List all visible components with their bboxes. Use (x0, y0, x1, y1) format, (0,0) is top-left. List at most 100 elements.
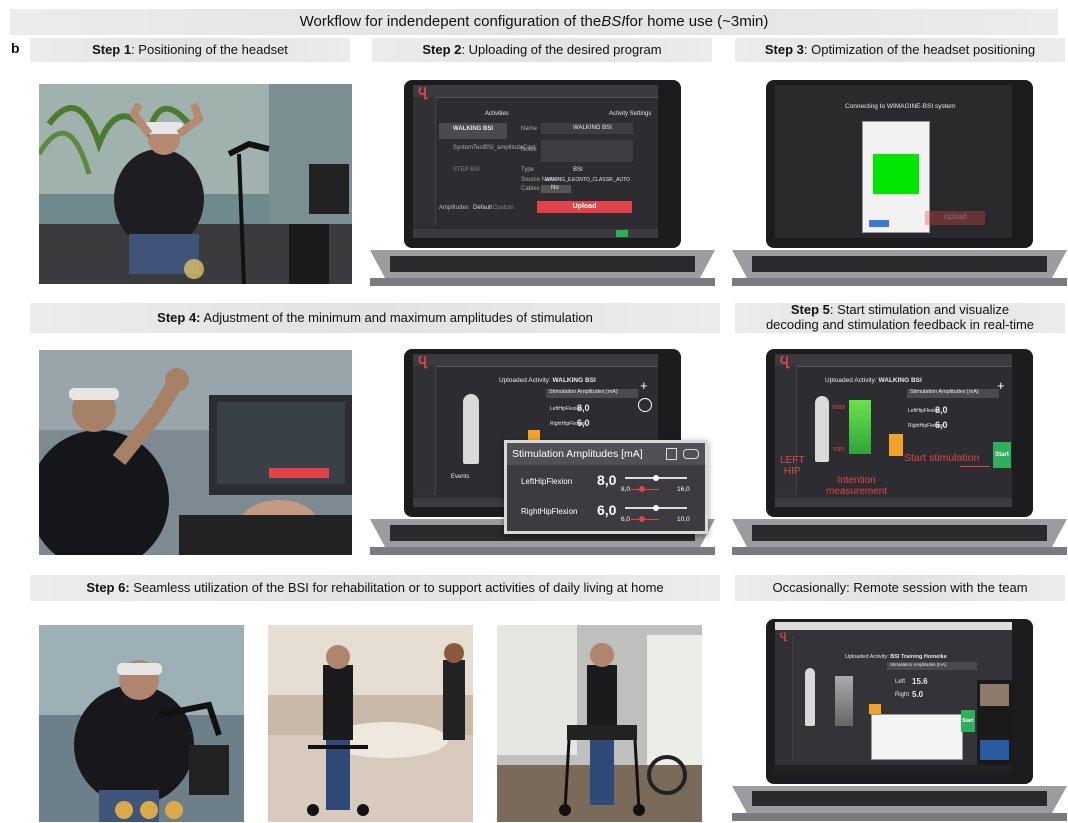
popup-left-label: LeftHipFlexion (521, 477, 573, 486)
activity-item-walking[interactable]: WALKING BSI (453, 126, 493, 132)
toggle-icon[interactable] (683, 449, 699, 459)
source-field-value: WAKING_ILEONTO_CLASSIF_AUTO (545, 177, 630, 183)
intention-annot-line2: measurement (826, 485, 888, 497)
step5-text-line2: decoding and stimulation feedback in rea… (765, 317, 1035, 332)
stim-indicator (889, 434, 903, 456)
uploaded-prefix: Uploaded Activity: (499, 377, 553, 384)
status-indicator (616, 230, 628, 237)
left-min-knob[interactable] (639, 486, 645, 492)
uploaded-name: BSI Training Homeike (890, 654, 947, 660)
popup-right-max: 10,0 (677, 516, 690, 523)
step5-banner: Step 5: Start stimulation and visualize … (735, 302, 1065, 333)
remote-participant-video-2 (980, 740, 1009, 760)
left-value: 15.6 (912, 677, 928, 686)
add-icon[interactable]: + (640, 379, 652, 392)
cables-field-label: Cables (521, 186, 540, 192)
app-sidebar (413, 97, 437, 226)
step1-text: : Positioning of the headset (131, 41, 288, 57)
occasional-text: Occasionally: Remote session with the te… (772, 579, 1028, 595)
amplitude-header: Stimulation Amplitudes [mA] (549, 389, 618, 395)
app-sidebar (413, 366, 437, 495)
upload-button[interactable]: Upload (537, 201, 632, 213)
app-sidebar (775, 636, 793, 760)
start-button[interactable]: Start (961, 710, 975, 732)
amplitudes-label: Amplitudes (439, 205, 469, 211)
decoding-bar (835, 676, 853, 726)
activity-item-step[interactable]: STEP BSI (453, 167, 480, 173)
body-figure (805, 668, 815, 726)
step4-banner: Step 4: Adjustment of the minimum and ma… (30, 303, 720, 333)
type-field-label: Type (521, 167, 535, 173)
left-max-knob[interactable] (653, 475, 659, 481)
cables-select-value: No (551, 185, 559, 191)
body-figure (815, 396, 829, 462)
step3-label: Step 3 (764, 41, 804, 57)
right-value: 5.0 (912, 690, 924, 699)
taskbar (775, 765, 1012, 772)
screen-remote-session: Ⴁ Uploaded Activity: BSI Training Homeik… (775, 622, 1012, 772)
left-hip-value: 8,0 (935, 405, 948, 415)
right-min-knob[interactable] (639, 516, 645, 522)
amplitude-zoom-popup: Stimulation Amplitudes [mA] LeftHipFlexi… (504, 440, 708, 534)
uploaded-activity-title: Uploaded Activity: WALKING BSI (825, 377, 922, 384)
figure-title: Workflow for indendepent configuration o… (10, 9, 1058, 35)
left-hip-value: 8,0 (577, 403, 590, 413)
screen-upload-program: Ⴁ Activities Activity Settings WALKING B… (413, 85, 658, 238)
type-field-value: BSI (573, 167, 583, 173)
popup-header-text: Stimulation Amplitudes [mA] (512, 448, 643, 460)
app-logo-icon: Ⴁ (779, 633, 788, 644)
title-prefix: Workflow for indendepent configuration o… (299, 13, 602, 31)
dialog-ok-button[interactable] (869, 220, 889, 227)
step5-text: : Start stimulation and visualize (829, 302, 1010, 318)
app-logo-icon: Ⴁ (779, 354, 791, 371)
notes-field-label: Notes (521, 147, 537, 153)
start-button[interactable]: Start (993, 442, 1011, 468)
browser-tab-bar (775, 622, 1012, 630)
occasional-banner: Occasionally: Remote session with the te… (735, 575, 1065, 601)
uploaded-activity-title: Uploaded Activity: WALKING BSI (499, 377, 596, 384)
body-figure (463, 394, 479, 464)
app-logo-icon: Ⴁ (417, 85, 429, 102)
right-max-knob[interactable] (653, 505, 659, 511)
step2-label: Step 2 (422, 41, 462, 57)
panel-letter: b (11, 40, 20, 56)
start-stim-annotation: Start stimulation (904, 452, 980, 464)
amplitude-default-option[interactable]: Default (473, 205, 492, 211)
uploaded-name: WALKING BSI (878, 377, 922, 384)
step6-label: Step 6: (86, 579, 130, 595)
uploaded-name: WALKING BSI (552, 377, 596, 384)
step3-text: : Optimization of the headset positionin… (803, 41, 1036, 57)
left-hip-annot-line2: HIP (783, 465, 801, 477)
amplitude-header: Stimulation Amplitudes [mA] (910, 389, 979, 395)
activity-settings-label: Activity Settings (609, 111, 652, 117)
name-field-label: Name (521, 126, 538, 132)
step6-banner: Step 6: Seamless utilization of the BSI … (30, 575, 720, 601)
notes-field[interactable] (541, 140, 633, 162)
popup-left-min: 8,0 (621, 486, 631, 493)
activities-label: Activities (485, 111, 509, 117)
popup-left-max: 16,0 (677, 486, 690, 493)
popup-left-value: 8,0 (597, 472, 617, 488)
step1-label: Step 1 (92, 41, 132, 57)
save-icon[interactable] (666, 448, 677, 460)
left-hip-annot-line1: LEFT (780, 455, 805, 466)
app-top-bar (413, 354, 658, 368)
amplitude-custom-option[interactable]: Custom (493, 205, 514, 211)
right-range-arrow (631, 519, 659, 520)
popup-header: Stimulation Amplitudes [mA] (507, 443, 705, 465)
name-field-value: WALKING BSI (573, 125, 612, 131)
step1-banner: Step 1: Positioning of the headset (30, 38, 350, 62)
add-icon[interactable]: + (997, 379, 1009, 392)
headset-signal-dialog (862, 121, 930, 233)
screen-optimize-headset: Connecting to WIMAGINE-BSI system Upload (775, 85, 1012, 238)
popup-right-min: 6,0 (621, 516, 631, 523)
uploaded-prefix: Uploaded Activity: (825, 377, 879, 384)
step3-banner: Step 3: Optimization of the headset posi… (735, 38, 1065, 62)
app-bottom-bar (775, 497, 1012, 507)
upload-button-dimmed[interactable]: Upload (925, 211, 985, 225)
app-top-bar (413, 85, 658, 99)
power-icon[interactable] (638, 398, 652, 412)
right-hip-value: 6,0 (935, 420, 948, 430)
intention-annotation: Intention measurement (826, 475, 888, 497)
left-hip-annotation: LEFT HIP (780, 455, 805, 477)
